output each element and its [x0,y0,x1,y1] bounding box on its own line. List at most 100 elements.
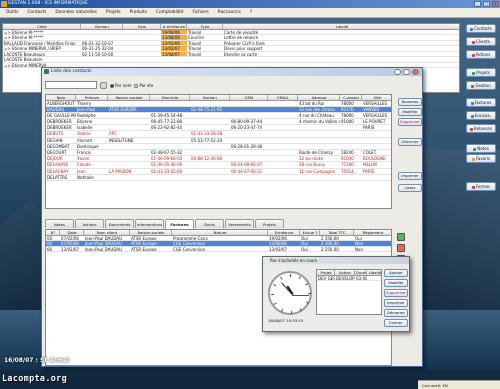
actions-fermer-button[interactable]: Fermer [384,319,408,327]
side-button-gestion[interactable]: Gestion [466,81,496,90]
contact-row-cell [268,119,298,124]
contact-row-cell: 06-20-23-47-74 [231,125,263,131]
window-minimize-button[interactable] [394,69,401,75]
reminder-row-cell [187,57,223,62]
side-button-label: Clients [476,39,490,44]
reminder-row-cell: => Etienne MINERVA / BREP [4,46,61,51]
invoice-row-cell: 04 [47,241,53,246]
contacts-imprimer-button[interactable]: Imprimer [398,172,422,180]
side-button-projets[interactable]: Projets [466,68,496,77]
contact-row-cell [230,101,268,106]
contact-row-cell: 92000 [341,156,354,162]
contact-row-cell [298,125,340,130]
contacts-header-cell: C.postal [340,95,362,100]
contact-row-cell: APC [109,131,117,137]
side-button-favoris[interactable]: Favoris [466,154,496,163]
side-button-notes[interactable]: Notes [466,144,496,153]
invoice-row-cell: 19/02/06 [269,235,287,240]
invoice-row-cell: 13/02/07 [61,246,79,251]
actions-dmarrer-button[interactable]: Démarrer [384,309,408,317]
actions-ajouter-button[interactable]: Ajouter [384,269,408,277]
side-button-fermer[interactable]: Fermer [466,182,496,191]
reminder-row-cell: Carte de vivacité [224,29,259,34]
clock-tick [273,284,277,287]
contact-row-cell: Route de Chanzy [299,150,333,155]
invoice-row[interactable]: 66 13/02/07 Jean-Paul DAUDAU ATSR Europe CGE… [46,246,391,252]
maximize-button[interactable]: □ [483,1,490,7]
tab-factures[interactable]: Factures [165,219,194,229]
side-button-contacts[interactable]: Contacts [466,24,496,33]
reminder-row-cell: BALLAUD Françoise / Maridies Finan [4,40,76,45]
contact-row-cell [150,107,190,112]
minimize-button[interactable]: _ [474,1,481,7]
menu-item[interactable]: Comptabilité [156,10,184,15]
search-go-icon[interactable] [100,81,107,89]
add-invoice-icon[interactable] [397,233,405,241]
actions-supprimer-button[interactable]: Supprimer [384,289,408,297]
side-button-icon [470,101,474,105]
filter-by-company[interactable]: Par ste [134,83,153,88]
close-button[interactable]: x [492,1,499,7]
menu-item[interactable]: Produits [130,10,147,15]
invoices-header-cell: Nature [172,230,268,235]
menu-item[interactable]: Projets [106,10,121,15]
menu-item[interactable]: Données naturelles [55,10,97,15]
contact-row-cell [362,138,391,143]
tab-projets[interactable]: Projets [255,219,284,228]
contact-row-cell: Francis [77,150,92,155]
reminders-header-cell: Libellé [223,24,459,28]
menu-item[interactable]: ? [250,10,252,15]
tab-actions[interactable]: Actions [75,219,104,228]
menu-item[interactable]: Fichiers [193,10,209,15]
contact-row-cell: DELAHAYE [47,162,69,168]
side-button-clients[interactable]: Clients [466,37,496,46]
contact-row-cell: 06-28-01-29-36 [231,143,263,149]
contacts-modifier-button[interactable]: Modifier [398,108,422,116]
side-button-icon [471,84,475,88]
contact-row-cell: ALBERGHOUT [47,100,75,106]
menu-item[interactable]: Outils [6,10,18,15]
contact-row-cell: 01-46-09-66-00 [151,156,183,162]
menu-item[interactable]: Contacts [27,10,46,15]
contact-row-cell [108,113,150,118]
contacts-supprimer-button[interactable]: Supprimer [398,118,422,126]
reminder-row-cell: Travail [188,40,201,45]
actions-modifier-button[interactable]: Modifier [384,279,408,287]
contacts-chercher-button[interactable]: Chercher [398,138,422,146]
contact-row-cell [298,144,340,149]
side-button-relances[interactable]: Relances [466,124,496,133]
tab-interventions[interactable]: Interventions [135,219,164,228]
tab-versements[interactable]: Versements [225,219,254,228]
tab-devis[interactable]: Devis [195,219,224,228]
side-button-encaiss[interactable]: Encaiss. [466,111,496,120]
contacts-listes-button[interactable]: Listes [398,184,422,192]
reminder-row-cell: Travail [188,29,201,34]
tab-documents[interactable]: Documents [105,219,134,228]
contact-row-cell [150,101,190,106]
contact-row[interactable]: DELATTRE Nathalie [46,175,391,181]
actions-header-cell: Libellé [368,270,382,275]
window-maximize-button[interactable] [403,69,410,75]
contacts-nouveau-button[interactable]: Nouveau [398,98,422,106]
actions-header-cell: Projet [317,270,335,275]
delete-invoice-icon[interactable] [397,244,405,252]
menu-item[interactable]: Raccourcis [218,10,241,15]
tab-notes[interactable]: Notes [45,219,74,228]
clock-tick [281,308,284,312]
contact-row-cell: 92170 [341,106,354,112]
filter-by-name[interactable]: Par nom [110,83,131,88]
contact-row-cell: 32 rue des Ormes [299,106,335,112]
action-row[interactable]: DEV GESTANDEVELOPPEMENT03:00 [317,276,381,281]
contacts-search-input[interactable] [45,81,97,89]
side-button-label: Gestion [475,83,491,88]
side-button-actions[interactable]: Actions [466,50,496,59]
actions-imprimer-button[interactable]: Imprimer [384,299,408,307]
side-button-factures[interactable]: Factures [466,98,496,107]
reminders-header-cell: Type [187,24,223,29]
side-button-icon [470,27,474,31]
contact-row-cell [150,175,190,180]
invoice-row-cell: Oui [355,235,362,240]
window-close-button[interactable] [412,69,419,75]
actions-window: Pas d'activités en cours 16/08/07 10:53:… [262,256,410,332]
invoices-header-cell: Raison sociale [130,230,172,235]
